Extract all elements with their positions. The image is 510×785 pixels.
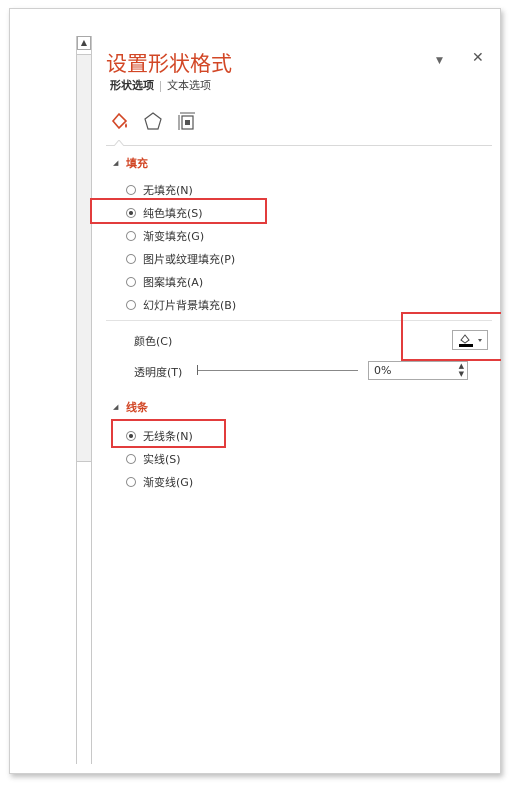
size-properties-icon[interactable] xyxy=(176,110,198,132)
radio-label: 幻灯片背景填充(B) xyxy=(143,299,237,312)
effects-pentagon-icon[interactable] xyxy=(142,110,164,132)
radio-no-fill[interactable]: 无填充(N) xyxy=(126,182,193,198)
radio-picture-texture-fill[interactable]: 图片或纹理填充(P) xyxy=(126,251,235,267)
radio-label: 渐变线(G) xyxy=(143,476,194,489)
radio-gradient-line[interactable]: 渐变线(G) xyxy=(126,474,193,490)
task-pane-options-dropdown-icon[interactable]: ▼ xyxy=(436,56,443,66)
color-label: 颜色(C) xyxy=(134,335,173,348)
collapse-triangle-icon[interactable]: ◢ xyxy=(113,159,118,167)
radio-circle[interactable] xyxy=(126,477,136,487)
radio-solid-line[interactable]: 实线(S) xyxy=(126,451,181,467)
highlight-color-button xyxy=(401,312,501,361)
radio-pattern-fill[interactable]: 图案填充(A) xyxy=(126,274,203,290)
header-divider xyxy=(106,145,492,146)
radio-label: 实线(S) xyxy=(143,453,181,466)
line-section-header[interactable]: 线条 xyxy=(126,399,148,415)
spin-arrows-icon[interactable]: ▲ ▼ xyxy=(459,362,464,378)
highlight-no-line xyxy=(111,419,226,448)
fill-line-icon[interactable] xyxy=(108,110,130,132)
radio-circle[interactable] xyxy=(126,454,136,464)
tab-text-options[interactable]: 文本选项 xyxy=(167,79,211,92)
radio-label: 图片或纹理填充(P) xyxy=(143,253,236,266)
radio-circle[interactable] xyxy=(126,185,136,195)
radio-slide-background-fill[interactable]: 幻灯片背景填充(B) xyxy=(126,297,236,313)
radio-circle[interactable] xyxy=(126,254,136,264)
vertical-scrollbar[interactable]: ▲ xyxy=(76,36,92,764)
collapse-triangle-icon[interactable]: ◢ xyxy=(113,403,118,411)
transparency-slider[interactable] xyxy=(198,370,358,371)
radio-label: 图案填充(A) xyxy=(143,276,204,289)
radio-label: 渐变填充(G) xyxy=(143,230,205,243)
transparency-spinbox[interactable]: 0% ▲ ▼ xyxy=(368,361,468,380)
scroll-up-arrow-icon[interactable]: ▲ xyxy=(77,36,91,50)
radio-circle[interactable] xyxy=(126,300,136,310)
option-tabs: 形状选项 文本选项 xyxy=(110,77,211,93)
transparency-label: 透明度(T) xyxy=(134,366,183,379)
category-icons xyxy=(108,110,198,132)
tab-separator xyxy=(160,80,161,92)
highlight-solid-fill xyxy=(90,198,267,224)
close-icon[interactable]: ✕ xyxy=(472,50,484,66)
radio-circle[interactable] xyxy=(126,277,136,287)
radio-circle[interactable] xyxy=(126,231,136,241)
tab-shape-options[interactable]: 形状选项 xyxy=(110,79,154,92)
radio-gradient-fill[interactable]: 渐变填充(G) xyxy=(126,228,204,244)
transparency-value: 0% xyxy=(374,364,392,377)
scrollbar-thumb[interactable] xyxy=(77,54,91,462)
tab-indicator xyxy=(114,140,124,146)
radio-label: 无填充(N) xyxy=(143,184,193,197)
fill-section-header[interactable]: 填充 xyxy=(126,155,148,171)
pane-title: 设置形状格式 xyxy=(106,52,232,76)
